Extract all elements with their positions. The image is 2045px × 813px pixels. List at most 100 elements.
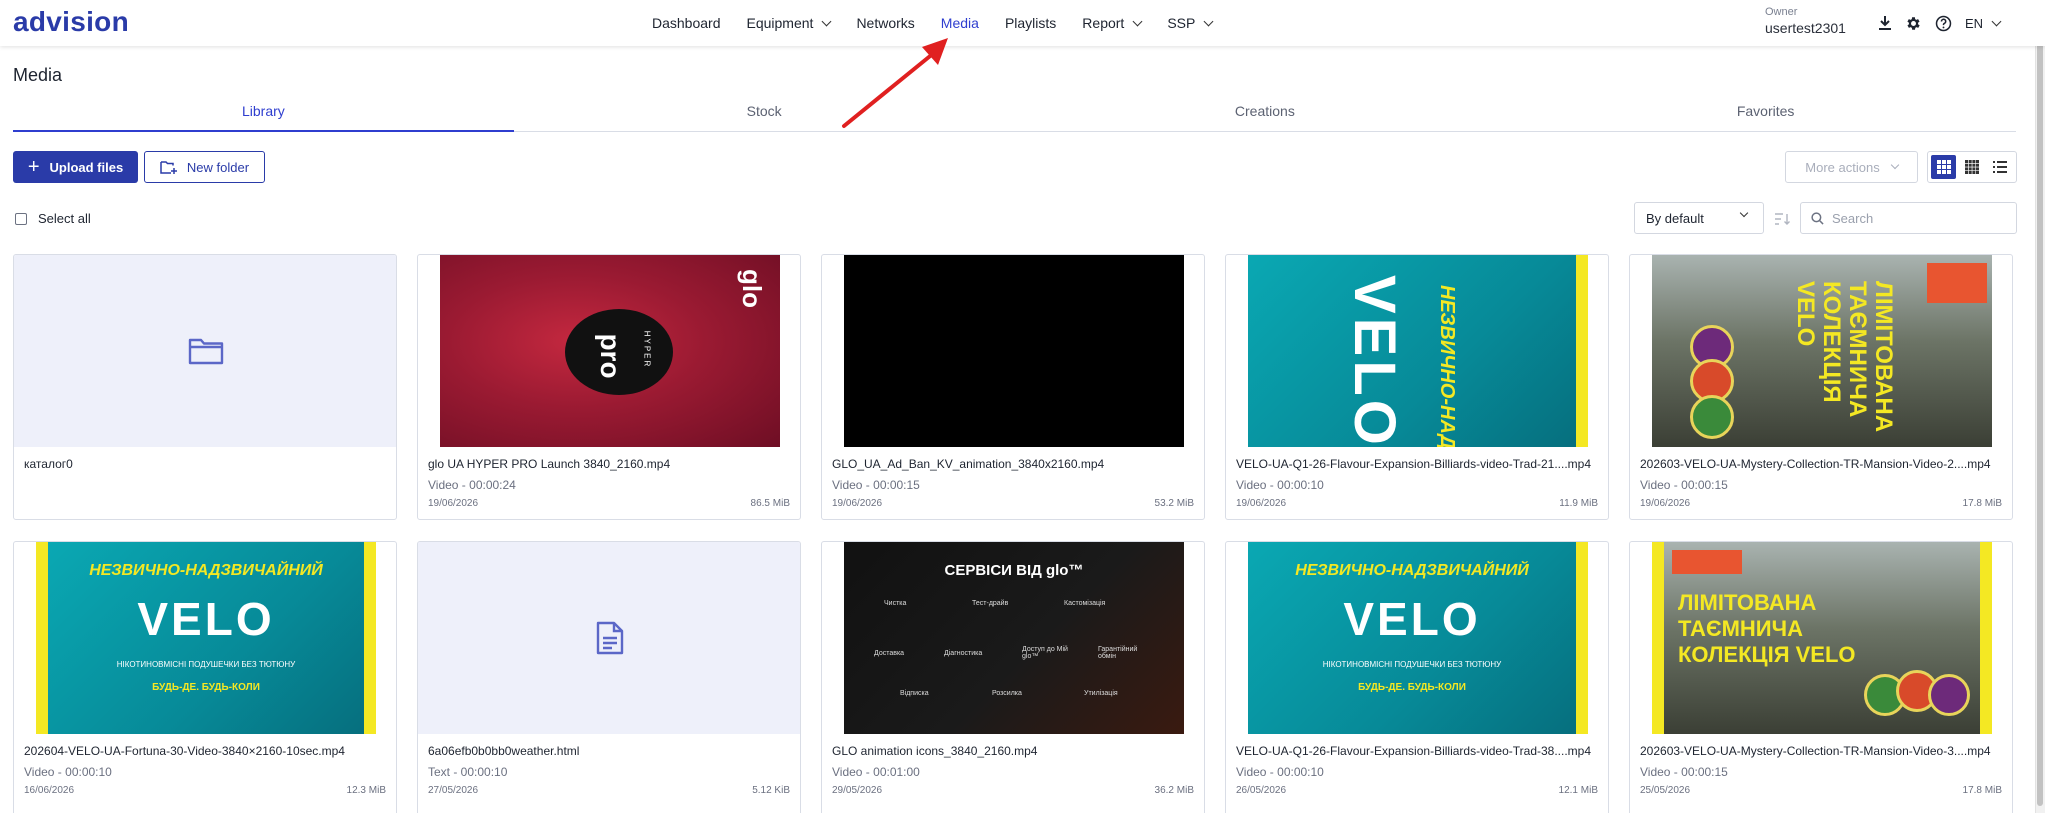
list-view-button[interactable] xyxy=(1988,155,2013,179)
media-card-video[interactable]: НЕЗВИЧНО-НАДЗВИЧАЙНИЙ VELO НІКОТИНОВМІСН… xyxy=(1225,541,1609,813)
product-tin xyxy=(1690,395,1734,439)
nav-networks[interactable]: Networks xyxy=(856,15,914,31)
media-meta: Video - 00:00:10 xyxy=(1236,765,1324,779)
media-name: 6a06efb0b0bb0weather.html xyxy=(428,744,580,758)
more-actions-dropdown[interactable]: More actions xyxy=(1785,151,1918,183)
sort-direction-icon[interactable] xyxy=(1774,212,1790,230)
media-date: 16/06/2026 xyxy=(24,785,75,796)
media-card-folder[interactable]: каталог0 xyxy=(13,254,397,520)
sort-select[interactable]: By default xyxy=(1634,202,1764,234)
media-card-video[interactable]: НЕЗВИЧНО-НАДЗВИЧАЙНИЙ VELO VELO-UA-Q1-26… xyxy=(1225,254,1609,520)
media-meta: Video - 00:00:15 xyxy=(1640,765,1728,779)
media-thumbnail: НЕЗВИЧНО-НАДЗВИЧАЙНИЙ VELO НІКОТИНОВМІСН… xyxy=(14,542,396,734)
select-all-label: Select all xyxy=(38,211,91,226)
media-date: 27/05/2026 xyxy=(428,785,479,796)
select-all-checkbox[interactable]: Select all xyxy=(15,211,91,226)
owner-label: Owner xyxy=(1765,6,1798,18)
app-logo[interactable]: advision xyxy=(13,6,129,38)
media-size: 86.5 MiB xyxy=(750,498,790,509)
media-name: GLO animation icons_3840_2160.mp4 xyxy=(832,744,1038,758)
download-icon[interactable] xyxy=(1878,15,1892,31)
nav-playlists[interactable]: Playlists xyxy=(1005,15,1056,31)
chevron-down-icon xyxy=(1991,16,2002,26)
tab-creations[interactable]: Creations xyxy=(1015,98,1516,131)
thumbnail-image: СЕРВІСИ ВІД glo™ Чистка Тест-драйв Касто… xyxy=(844,542,1184,734)
media-meta: Video - 00:00:24 xyxy=(428,478,516,492)
page-scrollbar-thumb[interactable] xyxy=(2037,6,2043,806)
media-card-text[interactable]: 6a06efb0b0bb0weather.html Text - 00:00:1… xyxy=(417,541,801,813)
large-grid-view-button[interactable] xyxy=(1931,155,1957,179)
upload-files-button[interactable]: + Upload files xyxy=(13,151,138,183)
poster-headline: ЛІМІТОВАНА ТАЄМНИЧА КОЛЕКЦІЯ VELO xyxy=(1792,281,1897,433)
service-label: Утилізація xyxy=(1084,690,1118,697)
media-thumbnail: СЕРВІСИ ВІД glo™ Чистка Тест-драйв Касто… xyxy=(822,542,1204,734)
media-meta: Text - 00:00:10 xyxy=(428,765,508,779)
poster-brand: VELO xyxy=(1343,593,1481,645)
media-date: 19/06/2026 xyxy=(428,498,479,509)
plus-icon: + xyxy=(27,156,40,178)
chevron-down-icon xyxy=(821,16,832,26)
media-card-video[interactable]: ЛІМІТОВАНА ТАЄМНИЧА КОЛЕКЦІЯ VELO 202603… xyxy=(1629,254,2013,520)
media-size: 12.3 MiB xyxy=(346,785,386,796)
service-label: Кастомізація xyxy=(1064,600,1106,607)
media-card-video[interactable]: СЕРВІСИ ВІД glo™ Чистка Тест-драйв Касто… xyxy=(821,541,1205,813)
poster-brand: VELO xyxy=(137,593,275,645)
help-icon[interactable] xyxy=(1935,15,1952,32)
thumbnail-image: НЕЗВИЧНО-НАДЗВИЧАЙНИЙ VELO НІКОТИНОВМІСН… xyxy=(1248,542,1588,734)
thumbnail-image: ЛІМІТОВАНА ТАЄМНИЧА КОЛЕКЦІЯ VELO xyxy=(1652,255,1992,447)
folder-thumbnail xyxy=(14,255,396,447)
nav-ssp[interactable]: SSP xyxy=(1167,15,1214,31)
language-selector[interactable]: EN xyxy=(1965,16,2002,31)
folder-icon xyxy=(188,338,224,365)
tab-library[interactable]: Library xyxy=(13,98,514,132)
top-actions: EN xyxy=(1878,0,2002,46)
nav-report[interactable]: Report xyxy=(1082,15,1143,31)
media-name: GLO_UA_Ad_Ban_KV_animation_3840x2160.mp4 xyxy=(832,457,1105,471)
service-label: Гарантійний обмін xyxy=(1098,646,1138,660)
chevron-down-icon xyxy=(1739,208,1749,218)
media-card-video[interactable]: НЕЗВИЧНО-НАДЗВИЧАЙНИЙ VELO НІКОТИНОВМІСН… xyxy=(13,541,397,813)
media-thumbnail xyxy=(822,255,1204,447)
media-name: glo UA HYPER PRO Launch 3840_2160.mp4 xyxy=(428,457,671,471)
poster-tagline: НЕЗВИЧНО-НАДЗВИЧАЙНИЙ xyxy=(1436,285,1458,447)
media-name: VELO-UA-Q1-26-Flavour-Expansion-Billiard… xyxy=(1236,457,1592,471)
media-card-video[interactable]: GLO_UA_Ad_Ban_KV_animation_3840x2160.mp4… xyxy=(821,254,1205,520)
new-folder-button[interactable]: New folder xyxy=(144,151,265,183)
search-box xyxy=(1800,202,2017,234)
checkbox[interactable] xyxy=(15,212,27,225)
thumbnail-image: НЕЗВИЧНО-НАДЗВИЧАЙНИЙ VELO xyxy=(1248,255,1588,447)
gear-icon[interactable] xyxy=(1905,15,1922,32)
media-thumbnail: pro HYPER glo xyxy=(418,255,800,447)
media-meta: Video - 00:00:15 xyxy=(832,478,920,492)
media-tabs: Library Stock Creations Favorites xyxy=(13,98,2016,132)
search-input[interactable] xyxy=(1832,210,2002,226)
more-actions-label: More actions xyxy=(1805,159,1880,175)
service-label: Розсилка xyxy=(992,690,1022,697)
poster-tagline: НЕЗВИЧНО-НАДЗВИЧАЙНИЙ xyxy=(1295,562,1529,579)
media-date: 19/06/2026 xyxy=(1640,498,1691,509)
chevron-down-icon xyxy=(1203,16,1214,26)
media-thumbnail: ЛІМІТОВАНА ТАЄМНИЧА КОЛЕКЦІЯ VELO xyxy=(1630,255,2012,447)
corner-badge xyxy=(1672,550,1742,574)
sort-label: By default xyxy=(1646,210,1704,226)
poster-headline: СЕРВІСИ ВІД glo™ xyxy=(944,562,1084,579)
service-label: Тест-драйв xyxy=(972,600,1009,607)
media-name: 202603-VELO-UA-Mystery-Collection-TR-Man… xyxy=(1640,457,1991,471)
poster-subtitle: НІКОТИНОВМІСНІ ПОДУШЕЧКИ БЕЗ ТЮТЮНУ xyxy=(1322,660,1502,669)
media-name: 202604-VELO-UA-Fortuna-30-Video-3840×216… xyxy=(24,744,345,758)
corner-badge xyxy=(1927,263,1987,303)
tab-favorites[interactable]: Favorites xyxy=(1515,98,2016,131)
upload-files-label: Upload files xyxy=(49,159,124,175)
main-nav: Dashboard Equipment Networks Media Playl… xyxy=(652,0,1238,46)
nav-dashboard[interactable]: Dashboard xyxy=(652,15,721,31)
nav-equipment[interactable]: Equipment xyxy=(747,15,832,31)
media-card-video[interactable]: ЛІМІТОВАНА ТАЄМНИЧА КОЛЕКЦІЯ VELO 202603… xyxy=(1629,541,2013,813)
media-card-video[interactable]: pro HYPER glo glo UA HYPER PRO Launch 38… xyxy=(417,254,801,520)
media-date: 19/06/2026 xyxy=(1236,498,1287,509)
tab-stock[interactable]: Stock xyxy=(514,98,1015,131)
nav-media[interactable]: Media xyxy=(941,15,979,31)
brand-mark: HYPER xyxy=(642,330,652,369)
text-thumbnail xyxy=(418,542,800,734)
small-grid-view-button[interactable] xyxy=(1959,155,1984,179)
owner-info[interactable]: Owner usertest2301 xyxy=(1765,6,1846,36)
